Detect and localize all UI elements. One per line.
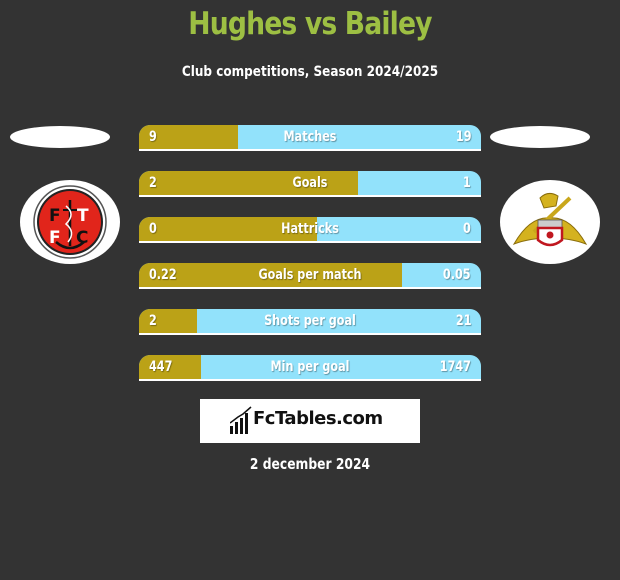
stat-bar-hattricks: 0 Hattricks 0 (139, 217, 481, 243)
stat-bar-goals: 2 Goals 1 (139, 171, 481, 197)
stat-bar-shots-per-goal: 2 Shots per goal 21 (139, 309, 481, 335)
page-title: Hughes vs Bailey (188, 6, 432, 42)
stat-bar-min-per-goal: 447 Min per goal 1747 (139, 355, 481, 381)
stat-label: Goals (292, 175, 328, 191)
stat-label: Hattricks (281, 221, 339, 237)
left-player-value: 2 (149, 175, 157, 191)
left-player-value: 9 (149, 129, 157, 145)
stat-bar-matches: 9 Matches 19 (139, 125, 481, 151)
right-player-value: 21 (455, 313, 471, 329)
stat-bar-goals-per-match: 0.22 Goals per match 0.05 (139, 263, 481, 289)
left-club-logo[interactable]: F T F C (20, 180, 120, 264)
stat-label: Matches (283, 129, 337, 145)
competition-subtitle: Club competitions, Season 2024/2025 (181, 64, 439, 80)
right-player-name-placeholder (490, 126, 590, 148)
left-player-value: 0 (149, 221, 157, 237)
fleetwood-crest-icon: F T F C (33, 185, 107, 259)
left-player-name-placeholder (10, 126, 110, 148)
right-player-value: 0.05 (443, 267, 471, 283)
stat-label: Shots per goal (264, 313, 356, 329)
brand-name: FcTables.com (253, 408, 383, 429)
stat-label: Min per goal (270, 359, 350, 375)
right-club-logo[interactable] (500, 180, 600, 264)
doncaster-crest-icon (512, 192, 588, 247)
svg-text:T: T (77, 206, 89, 226)
bar-chart-icon (230, 406, 252, 434)
left-player-value: 2 (149, 313, 157, 329)
right-player-value: 1747 (439, 359, 471, 375)
stat-label: Goals per match (258, 267, 362, 283)
right-player-value: 1 (463, 175, 471, 191)
left-player-value: 447 (149, 359, 173, 375)
report-date: 2 december 2024 (249, 455, 371, 473)
fctables-brand-link[interactable]: FcTables.com (200, 399, 420, 443)
right-player-value: 0 (463, 221, 471, 237)
svg-text:F: F (49, 206, 61, 226)
right-player-value: 19 (455, 129, 471, 145)
